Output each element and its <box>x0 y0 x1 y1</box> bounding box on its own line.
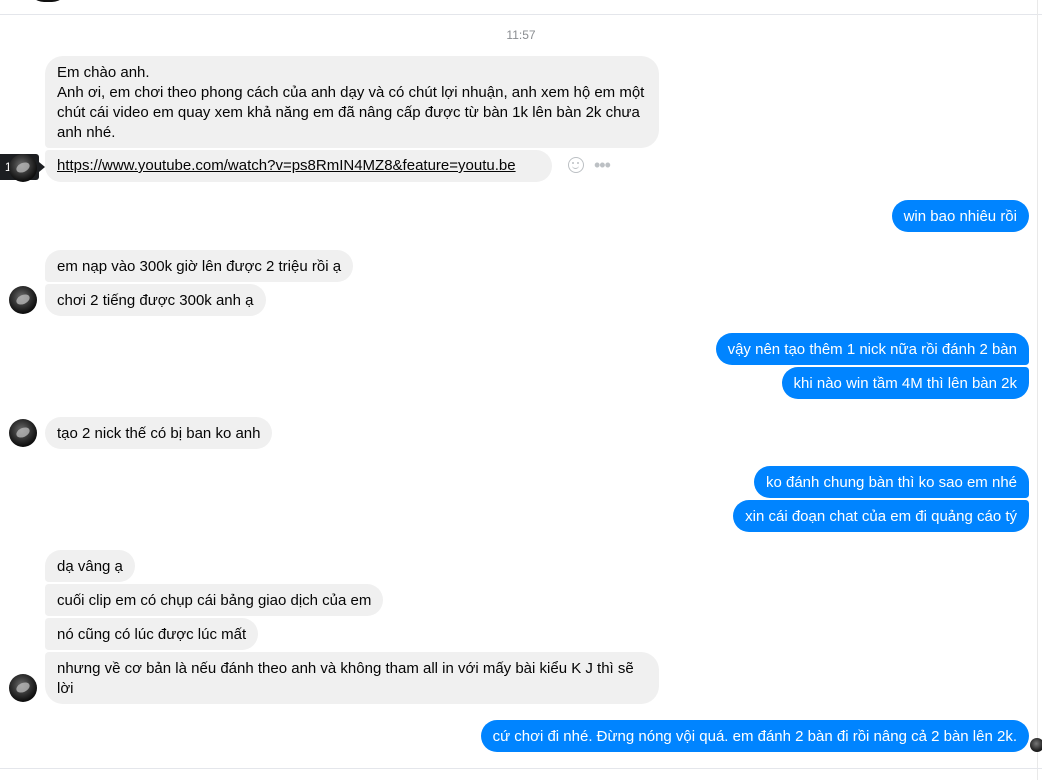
outgoing-message[interactable]: xin cái đoạn chat của em đi quảng cáo tý <box>733 500 1029 532</box>
incoming-message[interactable]: em nạp vào 300k giờ lên được 2 triệu rồi… <box>45 250 354 282</box>
outgoing-message[interactable]: ko đánh chung bàn thì ko sao em nhé <box>753 466 1029 498</box>
header-divider <box>0 14 1042 15</box>
contact-avatar[interactable] <box>9 674 37 702</box>
seen-avatar-icon <box>1030 738 1042 752</box>
outgoing-message[interactable]: khi nào win tầm 4M thì lên bàn 2k <box>781 367 1029 399</box>
react-emoji-icon[interactable] <box>568 157 584 173</box>
youtube-link[interactable]: https://www.youtube.com/watch?v=ps8RmIN4… <box>57 157 516 174</box>
composer-divider <box>0 768 1042 769</box>
incoming-message[interactable]: nhưng về cơ bản là nếu đánh theo anh và … <box>45 652 659 704</box>
top-avatar[interactable] <box>28 0 68 2</box>
incoming-message[interactable]: cuối clip em có chụp cái bảng giao dịch … <box>45 584 384 616</box>
outgoing-message[interactable]: win bao nhiêu rồi <box>891 200 1029 232</box>
incoming-message[interactable]: chơi 2 tiếng được 300k anh ạ <box>45 284 266 316</box>
scrollbar[interactable] <box>1037 0 1038 780</box>
more-options-icon[interactable]: ••• <box>594 155 611 175</box>
message-timestamp: 11:57 <box>506 28 536 42</box>
incoming-message-link[interactable]: https://www.youtube.com/watch?v=ps8RmIN4… <box>45 150 552 182</box>
incoming-message[interactable]: dạ vâng ạ <box>45 550 135 582</box>
incoming-message[interactable]: tạo 2 nick thế có bị ban ko anh <box>45 417 273 449</box>
outgoing-message[interactable]: vậy nên tạo thêm 1 nick nữa rồi đánh 2 b… <box>715 333 1029 365</box>
incoming-message[interactable]: nó cũng có lúc được lúc mất <box>45 618 259 650</box>
incoming-message[interactable]: Em chào anh. Anh ơi, em chơi theo phong … <box>45 56 659 148</box>
contact-avatar[interactable] <box>9 419 37 447</box>
contact-avatar[interactable] <box>9 154 37 182</box>
contact-avatar[interactable] <box>9 286 37 314</box>
outgoing-message[interactable]: cứ chơi đi nhé. Đừng nóng vội quá. em đá… <box>480 720 1029 752</box>
